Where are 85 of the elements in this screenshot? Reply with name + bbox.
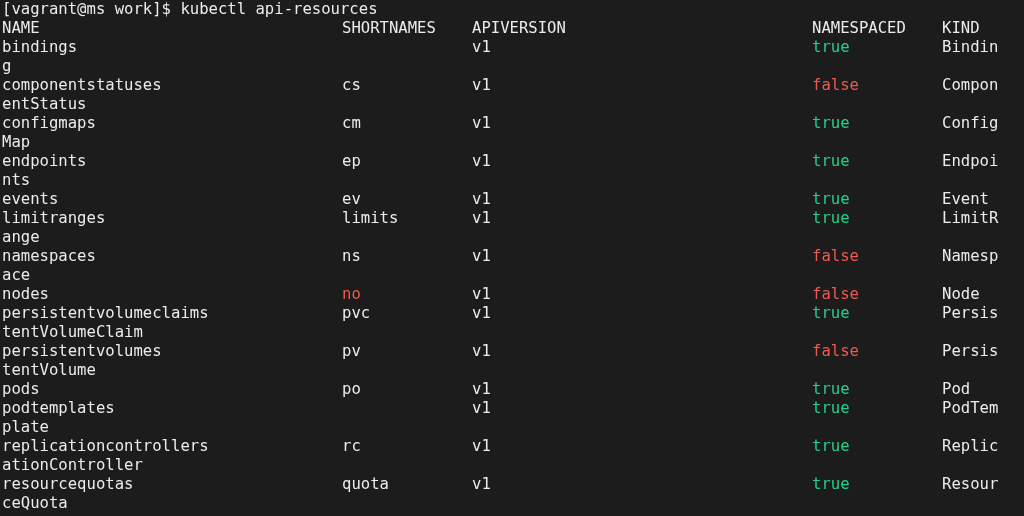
resource-name: componentstatuses [2,76,162,94]
short-name: ev [342,190,361,208]
kind-name: Config [942,114,999,132]
api-version: v1 [472,285,491,303]
kind-name: Namesp [942,247,999,265]
short-name: rc [342,437,361,455]
kind-name: Compon [942,76,999,94]
api-version: v1 [472,304,491,322]
namespaced-value: true [812,114,850,132]
column-header: SHORTNAMES [342,19,436,37]
api-version: v1 [472,475,491,493]
api-version: v1 [472,380,491,398]
short-name: no [342,285,361,303]
resource-name: persistentvolumeclaims [2,304,209,322]
resource-name: endpoints [2,152,87,170]
resource-name: namespaces [2,247,96,265]
resource-name: pods [2,380,40,398]
column-header: NAMESPACED [812,19,906,37]
kind-name: Persis [942,342,999,360]
kind-name: Resour [942,475,999,493]
short-name: limits [342,209,399,227]
kind-name-wrapped: Map [2,133,31,151]
api-version: v1 [472,209,491,227]
short-name: ns [342,247,361,265]
namespaced-value: true [812,380,850,398]
kind-name: Bindin [942,38,999,56]
namespaced-value: true [812,475,850,493]
resource-name: persistentvolumes [2,342,162,360]
kind-name-wrapped: nts [2,171,31,189]
kind-name: Event [942,190,989,208]
api-version: v1 [472,38,491,56]
kind-name-wrapped: ace [2,266,31,284]
kind-name: PodTem [942,399,999,417]
short-name: po [342,380,361,398]
kind-name-wrapped: ange [2,228,40,246]
short-name: ep [342,152,361,170]
kind-name-wrapped: plate [2,418,49,436]
api-version: v1 [472,190,491,208]
kind-name: Pod [942,380,971,398]
kind-name-wrapped: ationController [2,456,143,474]
kind-name: Endpoi [942,152,999,170]
api-version: v1 [472,342,491,360]
namespaced-value: false [812,247,859,265]
command-prompt: [vagrant@ms work]$ kubectl api-resources [2,0,378,18]
api-version: v1 [472,399,491,417]
api-version: v1 [472,114,491,132]
namespaced-value: true [812,152,850,170]
resource-name: resourcequotas [2,475,134,493]
kind-name-wrapped: g [2,57,12,75]
resource-name: events [2,190,59,208]
kind-name: LimitR [942,209,999,227]
short-name: pvc [342,304,371,322]
namespaced-value: true [812,38,850,56]
namespaced-value: true [812,304,850,322]
resource-name: bindings [2,38,78,56]
api-version: v1 [472,437,491,455]
namespaced-value: true [812,190,850,208]
resource-name: nodes [2,285,49,303]
namespaced-value: false [812,342,859,360]
short-name: cm [342,114,361,132]
short-name: quota [342,475,389,493]
resource-name: podtemplates [2,399,115,417]
short-name: pv [342,342,361,360]
kind-name: Node [942,285,980,303]
column-header: KIND [942,19,980,37]
api-version: v1 [472,152,491,170]
kind-name-wrapped: entStatus [2,95,87,113]
api-version: v1 [472,247,491,265]
kind-name: Persis [942,304,999,322]
namespaced-value: false [812,285,859,303]
resource-name: replicationcontrollers [2,437,209,455]
namespaced-value: true [812,209,850,227]
resource-name: configmaps [2,114,96,132]
kind-name-wrapped: tentVolumeClaim [2,323,143,341]
kind-name-wrapped: ceQuota [2,494,68,512]
kind-name-wrapped: tentVolume [2,361,96,379]
resource-name: limitranges [2,209,106,227]
namespaced-value: false [812,76,859,94]
column-header: NAME [2,19,40,37]
kind-name: Replic [942,437,999,455]
namespaced-value: true [812,399,850,417]
short-name: cs [342,76,361,94]
column-header: APIVERSION [472,19,566,37]
namespaced-value: true [812,437,850,455]
api-version: v1 [472,76,491,94]
